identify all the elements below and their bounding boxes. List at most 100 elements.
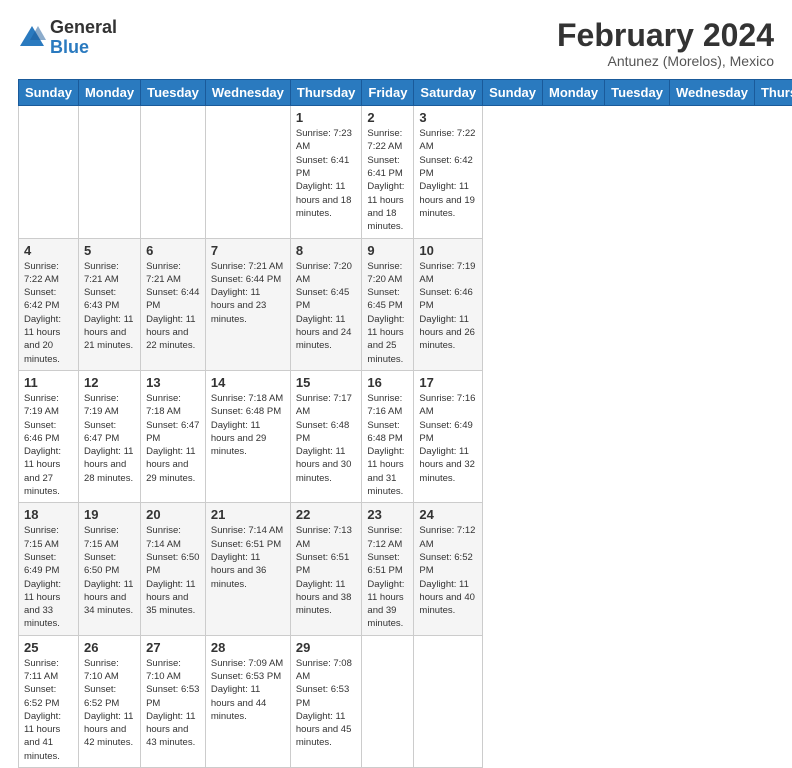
calendar-week-row: 18Sunrise: 7:15 AM Sunset: 6:49 PM Dayli… — [19, 503, 792, 635]
calendar-cell — [205, 106, 290, 238]
calendar-cell: 10 Sunrise: 7:19 AM Sunset: 6:46 PM Dayli… — [414, 238, 483, 370]
day-number: 21 — [211, 507, 285, 522]
day-number: 1 — [296, 110, 357, 125]
day-info: Sunrise: 7:15 AM Sunset: 6:50 PM Dayligh… — [84, 524, 135, 617]
day-info: Sunrise: 7:22 AM Sunset: 6:42 PM Dayligh… — [24, 260, 73, 366]
calendar-cell: 16 Sunrise: 7:16 AM Sunset: 6:48 PM Dayli… — [362, 370, 414, 502]
title-block: February 2024 Antunez (Morelos), Mexico — [557, 18, 774, 69]
calendar-cell: 11 Sunrise: 7:19 AM Sunset: 6:46 PM Dayli… — [19, 370, 79, 502]
calendar-week-row: 11 Sunrise: 7:19 AM Sunset: 6:46 PM Dayli… — [19, 370, 792, 502]
calendar-cell: 21 Sunrise: 7:14 AM Sunset: 6:51 PM Dayli… — [205, 503, 290, 635]
day-info: Sunrise: 7:16 AM Sunset: 6:48 PM Dayligh… — [367, 392, 408, 498]
page: General Blue February 2024 Antunez (More… — [0, 0, 792, 612]
day-number: 3 — [419, 110, 477, 125]
calendar-table: SundayMondayTuesdayWednesdayThursdayFrid… — [18, 79, 792, 768]
weekday-header: Wednesday — [205, 80, 290, 106]
day-number: 11 — [24, 375, 73, 390]
logo-blue: Blue — [50, 38, 117, 58]
calendar-cell — [19, 106, 79, 238]
calendar-week-row: 1Sunrise: 7:23 AM Sunset: 6:41 PM Daylig… — [19, 106, 792, 238]
day-info: Sunrise: 7:09 AM Sunset: 6:53 PM Dayligh… — [211, 657, 285, 723]
day-info: Sunrise: 7:13 AM Sunset: 6:51 PM Dayligh… — [296, 524, 357, 617]
day-number: 15 — [296, 375, 357, 390]
day-info: Sunrise: 7:10 AM Sunset: 6:52 PM Dayligh… — [84, 657, 135, 750]
day-number: 7 — [211, 243, 285, 258]
calendar-subtitle: Antunez (Morelos), Mexico — [557, 53, 774, 69]
calendar-cell: 24Sunrise: 7:12 AM Sunset: 6:52 PM Dayli… — [414, 503, 483, 635]
calendar-cell: 7 Sunrise: 7:21 AM Sunset: 6:44 PM Daylig… — [205, 238, 290, 370]
day-info: Sunrise: 7:20 AM Sunset: 6:45 PM Dayligh… — [296, 260, 357, 353]
day-number: 17 — [419, 375, 477, 390]
calendar-cell — [414, 635, 483, 767]
day-number: 10 — [419, 243, 477, 258]
calendar-cell: 23 Sunrise: 7:12 AM Sunset: 6:51 PM Dayli… — [362, 503, 414, 635]
calendar-cell: 29 Sunrise: 7:08 AM Sunset: 6:53 PM Dayli… — [290, 635, 362, 767]
weekday-header: Saturday — [414, 80, 483, 106]
day-number: 20 — [146, 507, 200, 522]
calendar-cell: 17 Sunrise: 7:16 AM Sunset: 6:49 PM Dayli… — [414, 370, 483, 502]
header: General Blue February 2024 Antunez (More… — [18, 18, 774, 69]
day-number: 2 — [367, 110, 408, 125]
day-number: 12 — [84, 375, 135, 390]
logo: General Blue — [18, 18, 117, 58]
weekday-header: Wednesday — [669, 80, 754, 106]
calendar-cell: 25Sunrise: 7:11 AM Sunset: 6:52 PM Dayli… — [19, 635, 79, 767]
day-number: 25 — [24, 640, 73, 655]
day-info: Sunrise: 7:19 AM Sunset: 6:46 PM Dayligh… — [419, 260, 477, 353]
calendar-title: February 2024 — [557, 18, 774, 53]
calendar-cell: 2 Sunrise: 7:22 AM Sunset: 6:41 PM Daylig… — [362, 106, 414, 238]
calendar-cell: 4Sunrise: 7:22 AM Sunset: 6:42 PM Daylig… — [19, 238, 79, 370]
calendar-week-row: 25Sunrise: 7:11 AM Sunset: 6:52 PM Dayli… — [19, 635, 792, 767]
day-number: 26 — [84, 640, 135, 655]
calendar-cell: 3 Sunrise: 7:22 AM Sunset: 6:42 PM Daylig… — [414, 106, 483, 238]
day-info: Sunrise: 7:22 AM Sunset: 6:42 PM Dayligh… — [419, 127, 477, 220]
day-number: 29 — [296, 640, 357, 655]
day-info: Sunrise: 7:14 AM Sunset: 6:51 PM Dayligh… — [211, 524, 285, 590]
calendar-cell — [78, 106, 140, 238]
header-row: SundayMondayTuesdayWednesdayThursdayFrid… — [19, 80, 792, 106]
day-number: 22 — [296, 507, 357, 522]
day-info: Sunrise: 7:21 AM Sunset: 6:43 PM Dayligh… — [84, 260, 135, 353]
logo-text: General Blue — [50, 18, 117, 58]
calendar-cell: 14 Sunrise: 7:18 AM Sunset: 6:48 PM Dayli… — [205, 370, 290, 502]
day-info: Sunrise: 7:08 AM Sunset: 6:53 PM Dayligh… — [296, 657, 357, 750]
day-info: Sunrise: 7:12 AM Sunset: 6:52 PM Dayligh… — [419, 524, 477, 617]
day-number: 14 — [211, 375, 285, 390]
weekday-header: Sunday — [483, 80, 543, 106]
day-info: Sunrise: 7:19 AM Sunset: 6:46 PM Dayligh… — [24, 392, 73, 498]
day-info: Sunrise: 7:17 AM Sunset: 6:48 PM Dayligh… — [296, 392, 357, 485]
calendar-cell: 27 Sunrise: 7:10 AM Sunset: 6:53 PM Dayli… — [141, 635, 206, 767]
weekday-header: Sunday — [19, 80, 79, 106]
weekday-header: Friday — [362, 80, 414, 106]
day-number: 16 — [367, 375, 408, 390]
calendar-cell: 28Sunrise: 7:09 AM Sunset: 6:53 PM Dayli… — [205, 635, 290, 767]
day-info: Sunrise: 7:16 AM Sunset: 6:49 PM Dayligh… — [419, 392, 477, 485]
day-number: 6 — [146, 243, 200, 258]
day-number: 23 — [367, 507, 408, 522]
calendar-cell: 5 Sunrise: 7:21 AM Sunset: 6:43 PM Daylig… — [78, 238, 140, 370]
weekday-header: Monday — [543, 80, 605, 106]
day-info: Sunrise: 7:18 AM Sunset: 6:48 PM Dayligh… — [211, 392, 285, 458]
day-info: Sunrise: 7:10 AM Sunset: 6:53 PM Dayligh… — [146, 657, 200, 750]
calendar-cell: 22 Sunrise: 7:13 AM Sunset: 6:51 PM Dayli… — [290, 503, 362, 635]
day-number: 5 — [84, 243, 135, 258]
day-info: Sunrise: 7:22 AM Sunset: 6:41 PM Dayligh… — [367, 127, 408, 233]
day-number: 9 — [367, 243, 408, 258]
calendar-cell: 12 Sunrise: 7:19 AM Sunset: 6:47 PM Dayli… — [78, 370, 140, 502]
weekday-header: Tuesday — [605, 80, 670, 106]
day-number: 19 — [84, 507, 135, 522]
calendar-cell: 6 Sunrise: 7:21 AM Sunset: 6:44 PM Daylig… — [141, 238, 206, 370]
day-number: 27 — [146, 640, 200, 655]
calendar-cell: 26 Sunrise: 7:10 AM Sunset: 6:52 PM Dayli… — [78, 635, 140, 767]
day-info: Sunrise: 7:18 AM Sunset: 6:47 PM Dayligh… — [146, 392, 200, 485]
day-info: Sunrise: 7:15 AM Sunset: 6:49 PM Dayligh… — [24, 524, 73, 630]
day-info: Sunrise: 7:14 AM Sunset: 6:50 PM Dayligh… — [146, 524, 200, 617]
weekday-header: Monday — [78, 80, 140, 106]
calendar-cell: 8Sunrise: 7:20 AM Sunset: 6:45 PM Daylig… — [290, 238, 362, 370]
day-info: Sunrise: 7:19 AM Sunset: 6:47 PM Dayligh… — [84, 392, 135, 485]
day-info: Sunrise: 7:21 AM Sunset: 6:44 PM Dayligh… — [146, 260, 200, 353]
day-info: Sunrise: 7:21 AM Sunset: 6:44 PM Dayligh… — [211, 260, 285, 326]
day-info: Sunrise: 7:12 AM Sunset: 6:51 PM Dayligh… — [367, 524, 408, 630]
weekday-header: Tuesday — [141, 80, 206, 106]
calendar-week-row: 4Sunrise: 7:22 AM Sunset: 6:42 PM Daylig… — [19, 238, 792, 370]
